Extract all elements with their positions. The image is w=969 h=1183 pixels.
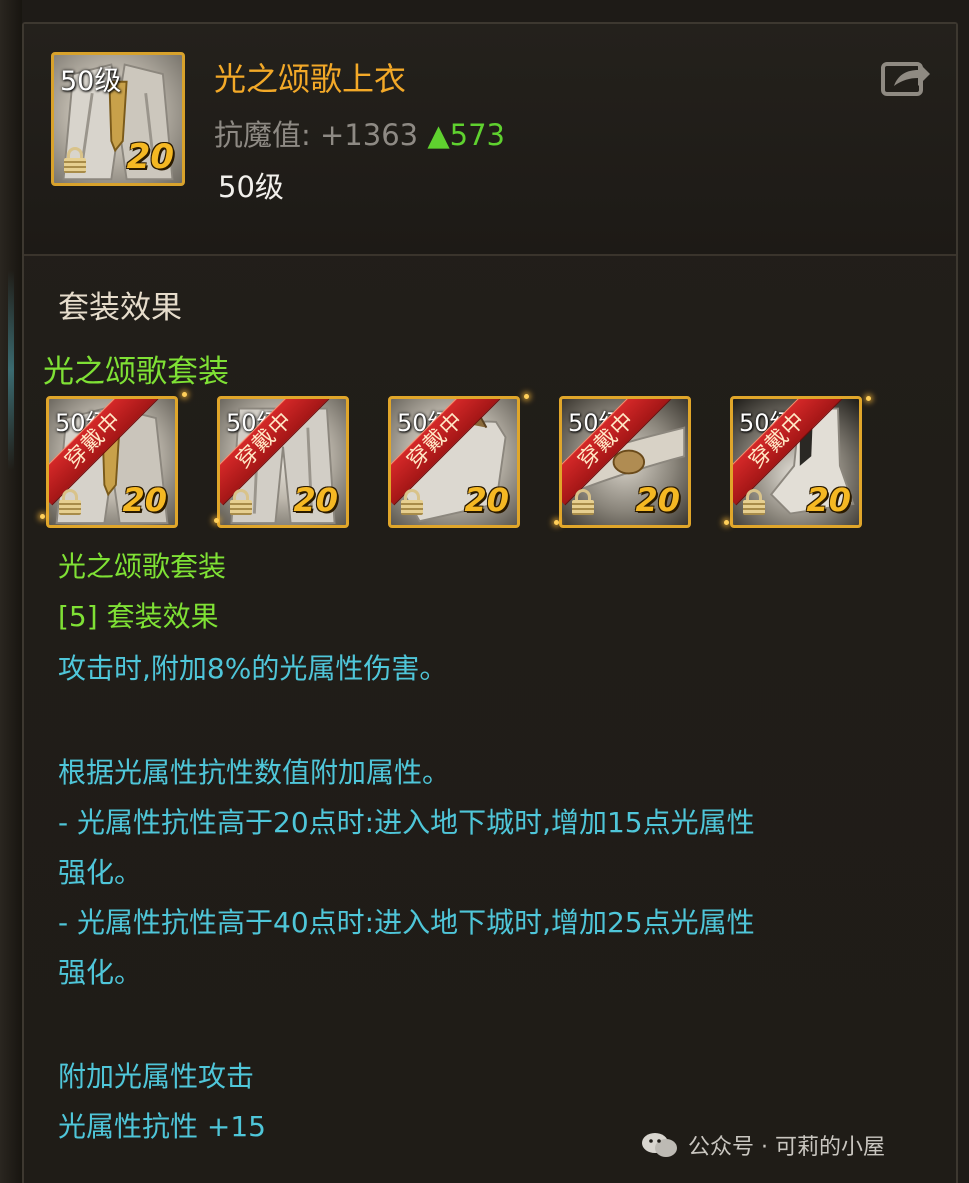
lock-icon — [59, 489, 81, 515]
lock-icon — [230, 489, 252, 515]
desc-line: - 光属性抗性高于40点时:进入地下城时,增加25点光属性 — [58, 906, 755, 939]
item-tooltip-panel: 50级 20 光之颂歌上衣 抗魔值: +1363 ▲573 50级 套装效果 光… — [22, 22, 958, 1183]
sparkle-effect — [724, 520, 729, 525]
desc-line: 附加光属性攻击 — [58, 1060, 255, 1093]
sparkle-effect — [554, 520, 559, 525]
item-icon-coat[interactable]: 50级 20 — [51, 52, 185, 186]
desc-line: 光属性抗性 +15 — [58, 1110, 266, 1143]
desc-line: 攻击时,附加8%的光属性伤害。 — [58, 652, 448, 685]
set-slot-boots[interactable]: 50级 穿戴中 20 — [730, 396, 862, 528]
stat-increase: ▲573 — [427, 118, 505, 152]
desc-line: 强化。 — [58, 956, 143, 989]
set-slot-coat[interactable]: 50级 穿戴中 20 — [46, 396, 178, 528]
set-name: 光之颂歌套装 — [43, 354, 229, 390]
item-level: 50级 — [218, 170, 284, 204]
enhance-level: 20 — [122, 481, 167, 519]
item-name: 光之颂歌上衣 — [214, 60, 407, 98]
enhance-level: 20 — [806, 481, 851, 519]
magic-defense-stat: 抗魔值: +1363 ▲573 — [214, 112, 505, 154]
sparkle-effect — [524, 394, 529, 399]
background-left-strip — [0, 0, 22, 1183]
background-glow — [8, 270, 14, 470]
icon-level-label: 50级 — [60, 66, 122, 97]
sparkle-effect — [40, 514, 45, 519]
desc-line: 强化。 — [58, 856, 143, 889]
stat-value: +1363 — [320, 118, 419, 152]
sparkle-effect — [214, 518, 219, 523]
sparkle-effect — [866, 396, 871, 401]
lock-icon — [572, 489, 594, 515]
sparkle-effect — [182, 392, 187, 397]
enhance-level: 20 — [635, 481, 680, 519]
set-slot-belt[interactable]: 50级 穿戴中 20 — [559, 396, 691, 528]
watermark: 公众号 · 可莉的小屋 — [640, 1125, 885, 1165]
lock-icon — [743, 489, 765, 515]
set-slot-shoulder[interactable]: 50级 穿戴中 20 — [388, 396, 520, 528]
enhance-level: 20 — [126, 137, 174, 177]
tooltip-header: 50级 20 光之颂歌上衣 抗魔值: +1363 ▲573 50级 — [24, 24, 956, 256]
stat-label: 抗魔值: — [214, 118, 311, 152]
set-slot-pants[interactable]: 50级 穿戴中 20 — [217, 396, 349, 528]
set-effect-title: 套装效果 — [58, 290, 182, 326]
lock-icon — [401, 489, 423, 515]
share-icon[interactable] — [880, 54, 932, 98]
enhance-level: 20 — [464, 481, 509, 519]
desc-line: - 光属性抗性高于20点时:进入地下城时,增加15点光属性 — [58, 806, 755, 839]
desc-set-name: 光之颂歌套装 — [58, 550, 227, 583]
lock-icon — [64, 147, 86, 173]
enhance-level: 20 — [293, 481, 338, 519]
wechat-icon — [642, 1133, 677, 1157]
watermark-text: 公众号 · 可莉的小屋 — [688, 1135, 885, 1160]
desc-effect-header: [5] 套装效果 — [58, 600, 219, 633]
desc-line: 根据光属性抗性数值附加属性。 — [58, 756, 451, 789]
